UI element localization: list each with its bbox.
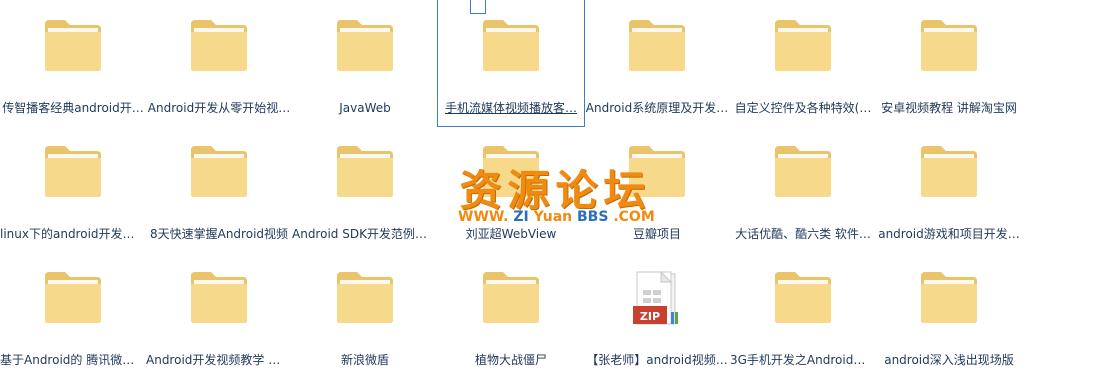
item-label: 8天快速掌握Android视频 bbox=[149, 227, 289, 241]
item-label: 3G手机开发之Android应… bbox=[730, 353, 876, 367]
item-label: android深入浅出现场版 bbox=[884, 353, 1014, 367]
item-label: 自定义控件及各种特效(… bbox=[734, 101, 872, 115]
watermark-url-part5: .COM bbox=[613, 209, 655, 225]
folder-icon bbox=[43, 144, 103, 198]
folder-icon bbox=[627, 18, 687, 72]
folder-icon bbox=[481, 18, 541, 72]
item-label: 手机流媒体视频播放客… bbox=[444, 101, 577, 115]
item-label: linux下的android开发（… bbox=[0, 227, 146, 241]
folder-item[interactable]: android深入浅出现场版 bbox=[876, 252, 1022, 378]
watermark-url-part1: WWW. bbox=[458, 209, 509, 225]
folder-item[interactable]: 大话优酷、酷六类 软件… bbox=[730, 126, 876, 252]
folder-item[interactable]: 8天快速掌握Android视频 bbox=[146, 126, 292, 252]
item-label: 豆瓣项目 bbox=[632, 227, 681, 241]
item-label: Android开发从零开始视… bbox=[147, 101, 291, 115]
selection-rect-fragment bbox=[470, 0, 486, 14]
folder-icon bbox=[189, 18, 249, 72]
folder-item[interactable]: 手机流媒体视频播放客… bbox=[437, 0, 585, 127]
item-label: Android SDK开发范例大全 bbox=[292, 227, 438, 241]
folder-item[interactable]: Android SDK开发范例大全 bbox=[292, 126, 438, 252]
folder-item[interactable]: 植物大战僵尸 bbox=[438, 252, 584, 378]
folder-icon bbox=[189, 270, 249, 324]
watermark-url-part2: ZI bbox=[513, 209, 529, 225]
item-label: 基于Android的 腾讯微博… bbox=[0, 353, 146, 367]
watermark-url: WWW. ZI Yuan BBS .COM bbox=[458, 209, 655, 225]
folder-icon bbox=[481, 270, 541, 324]
item-label: 新浪微盾 bbox=[340, 353, 389, 367]
folder-icon bbox=[919, 270, 979, 324]
folder-item[interactable]: 安卓视频教程 讲解淘宝网 bbox=[876, 0, 1022, 126]
folder-icon bbox=[335, 270, 395, 324]
watermark-url-part4: BBS bbox=[577, 209, 609, 225]
folder-item[interactable]: 新浪微盾 bbox=[292, 252, 438, 378]
folder-item[interactable]: 3G手机开发之Android应… bbox=[730, 252, 876, 378]
item-label: 【张老师】android视频… bbox=[586, 353, 728, 367]
folder-item[interactable]: linux下的android开发（… bbox=[0, 126, 146, 252]
folder-item[interactable]: Android系统原理及开发… bbox=[584, 0, 730, 126]
item-label: 安卓视频教程 讲解淘宝网 bbox=[881, 101, 1017, 115]
item-label: 大话优酷、酷六类 软件… bbox=[735, 227, 871, 241]
folder-item[interactable]: 基于Android的 腾讯微博… bbox=[0, 252, 146, 378]
folder-item[interactable]: android游戏和项目开发… bbox=[876, 126, 1022, 252]
folder-item[interactable]: 自定义控件及各种特效(… bbox=[730, 0, 876, 126]
item-label: 传智播客经典android开… bbox=[2, 101, 144, 115]
folder-item[interactable]: JavaWeb bbox=[292, 0, 438, 126]
item-label: JavaWeb bbox=[339, 101, 391, 115]
folder-icon bbox=[43, 18, 103, 72]
folder-icon bbox=[335, 144, 395, 198]
folder-item[interactable]: Android开发视频教学 从… bbox=[146, 252, 292, 378]
folder-icon bbox=[773, 270, 833, 324]
folder-item[interactable]: 传智播客经典android开… bbox=[0, 0, 146, 126]
item-label: 植物大战僵尸 bbox=[474, 353, 547, 367]
folder-icon bbox=[773, 144, 833, 198]
folder-icon bbox=[43, 270, 103, 324]
item-label: android游戏和项目开发… bbox=[878, 227, 1020, 241]
item-label: 刘亚超WebView bbox=[465, 227, 557, 241]
folder-icon bbox=[919, 18, 979, 72]
folder-item[interactable]: Android开发从零开始视… bbox=[146, 0, 292, 126]
file-item[interactable]: ZIP 【张老师】android视频… bbox=[584, 252, 730, 378]
item-label: Android系统原理及开发… bbox=[585, 101, 729, 115]
zip-file-icon: ZIP bbox=[627, 270, 687, 325]
folder-icon bbox=[919, 144, 979, 198]
item-label: Android开发视频教学 从… bbox=[146, 353, 292, 367]
folder-icon bbox=[335, 18, 395, 72]
folder-icon bbox=[189, 144, 249, 198]
zip-badge-label: ZIP bbox=[639, 310, 661, 323]
folder-icon bbox=[773, 18, 833, 72]
watermark-url-part3: Yuan bbox=[533, 209, 573, 225]
